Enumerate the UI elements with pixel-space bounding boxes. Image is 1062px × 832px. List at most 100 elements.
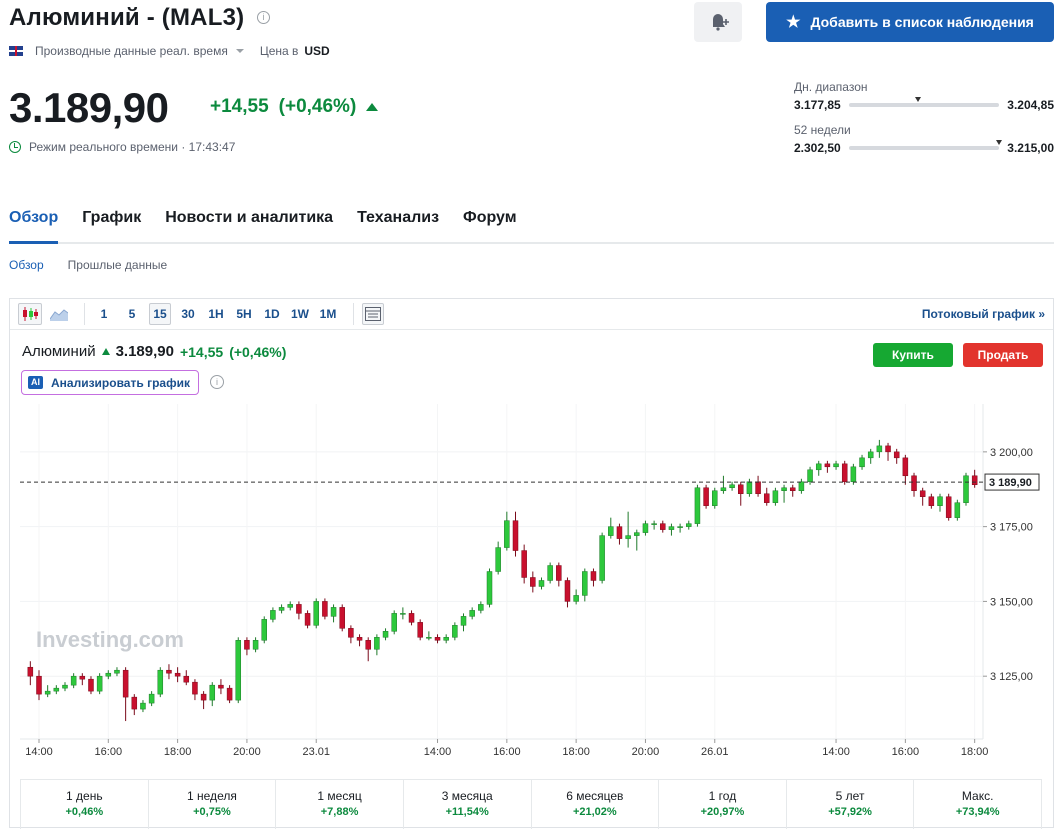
sell-button[interactable]: Продать	[963, 343, 1043, 367]
performance-cell[interactable]: Макс. +73,94%	[914, 780, 1041, 829]
candle-body	[426, 637, 432, 639]
info-icon[interactable]: i	[210, 375, 224, 389]
chart-widget: 1 5 15 30 1H 5H 1D 1W 1M Потоковый графи…	[9, 298, 1054, 829]
candle-body	[582, 571, 588, 596]
performance-value: +7,88%	[320, 806, 359, 818]
candle-body	[833, 463, 839, 468]
candle-body	[486, 571, 493, 605]
interval-1d[interactable]: 1D	[261, 303, 283, 325]
candle-body	[62, 684, 68, 689]
analyze-chart-button[interactable]: AI Анализировать график	[21, 370, 199, 395]
last-price: 3.189,90	[9, 84, 169, 131]
candle-body	[919, 490, 926, 497]
interval-30[interactable]: 30	[177, 303, 199, 325]
buy-button[interactable]: Купить	[873, 343, 953, 367]
instrument-subinfo: Производные данные реал. время Цена в US…	[9, 44, 330, 58]
tab-news[interactable]: Новости и аналитика	[165, 204, 333, 244]
candle-body	[703, 487, 709, 506]
star-icon: ★	[786, 14, 801, 31]
performance-cell[interactable]: 1 год +20,97%	[659, 780, 787, 829]
info-icon[interactable]: i	[257, 11, 270, 24]
subtab-historical[interactable]: Прошлые данные	[68, 258, 167, 272]
candle-body	[876, 445, 883, 453]
area-type-button[interactable]	[48, 303, 70, 325]
performance-period: 1 неделя	[187, 789, 237, 803]
candle-body	[616, 526, 623, 539]
candle-body	[599, 535, 605, 581]
candle-body	[382, 631, 389, 638]
chart-instrument-change-pct: (+0,46%)	[229, 343, 287, 360]
tab-chart[interactable]: График	[82, 204, 141, 244]
tab-forum[interactable]: Форум	[463, 204, 517, 244]
performance-value: +20,97%	[700, 806, 745, 818]
candle-body	[547, 565, 553, 581]
candle-body	[807, 469, 813, 483]
candle-body	[867, 451, 874, 459]
candle-body	[815, 463, 822, 471]
uk-flag-icon	[9, 46, 23, 56]
candle-body	[287, 604, 293, 608]
table-icon	[365, 307, 381, 321]
candle-body	[729, 484, 735, 488]
candle-body	[885, 445, 891, 453]
candle-body	[183, 675, 190, 683]
chevron-down-icon[interactable]	[235, 49, 244, 53]
subtab-overview[interactable]: Обзор	[9, 258, 44, 272]
candle-body	[252, 640, 259, 650]
candle-body	[365, 640, 371, 650]
candle-body	[738, 484, 744, 494]
interval-1h[interactable]: 1H	[205, 303, 227, 325]
chart-instrument-name: Алюминий	[22, 343, 96, 360]
candle-body	[651, 523, 657, 525]
performance-cell[interactable]: 6 месяцев +21,02%	[532, 780, 660, 829]
candle-body	[850, 466, 857, 483]
interval-1w[interactable]: 1W	[289, 303, 311, 325]
candle-body	[911, 475, 917, 491]
candle-body	[166, 669, 172, 674]
x-tick-label: 14:00	[25, 746, 53, 758]
candle-body	[192, 681, 198, 695]
performance-period: 1 год	[708, 789, 737, 803]
performance-period: 5 лет	[835, 789, 865, 803]
price-chart[interactable]: Investing.com 3 189,90 3 200,00 3 175,00 3 1…	[10, 399, 1053, 769]
performance-cell[interactable]: 1 неделя +0,75%	[149, 780, 277, 829]
candle-body	[859, 457, 865, 468]
performance-cell[interactable]: 3 месяца +11,54%	[404, 780, 532, 829]
candlestick-type-button[interactable]	[18, 303, 42, 325]
toolbar-divider	[84, 303, 85, 325]
performance-cell[interactable]: 1 месяц +7,88%	[276, 780, 404, 829]
candle-body	[677, 526, 683, 528]
streaming-chart-link[interactable]: Потоковый график »	[922, 307, 1045, 321]
x-tick-label: 18:00	[164, 746, 192, 758]
up-arrow-icon	[366, 103, 379, 111]
performance-cell[interactable]: 5 лет +57,92%	[787, 780, 915, 829]
candle-body	[148, 693, 155, 704]
candle-body	[330, 607, 337, 617]
candle-body	[443, 637, 449, 641]
performance-cell[interactable]: 1 день +0,46%	[21, 780, 149, 829]
candle-body	[928, 496, 935, 506]
candle-body	[400, 613, 406, 615]
tab-technical[interactable]: Теханализ	[357, 204, 439, 244]
interval-1[interactable]: 1	[93, 303, 115, 325]
interval-15[interactable]: 15	[149, 303, 171, 325]
tab-overview[interactable]: Обзор	[9, 204, 59, 244]
x-tick-label: 16:00	[892, 746, 920, 758]
add-alert-button[interactable]	[694, 2, 742, 42]
chart-settings-button[interactable]	[362, 303, 384, 325]
candle-body	[270, 610, 276, 620]
x-tick-label: 26.01	[701, 746, 729, 758]
y-tick-label: 3 175,00	[990, 522, 1033, 534]
x-tick-label: 16:00	[493, 746, 521, 758]
interval-5[interactable]: 5	[121, 303, 143, 325]
interval-1m[interactable]: 1M	[317, 303, 339, 325]
x-tick-label: 18:00	[961, 746, 989, 758]
currency-label: Цена в	[259, 44, 299, 58]
candle-body	[157, 669, 164, 695]
candle-body	[937, 496, 943, 506]
candle-body	[608, 526, 614, 536]
interval-5h[interactable]: 5H	[233, 303, 255, 325]
x-tick-label: 23.01	[302, 746, 330, 758]
add-to-watchlist-button[interactable]: ★ Добавить в список наблюдения	[766, 2, 1054, 42]
candle-body	[798, 481, 805, 491]
